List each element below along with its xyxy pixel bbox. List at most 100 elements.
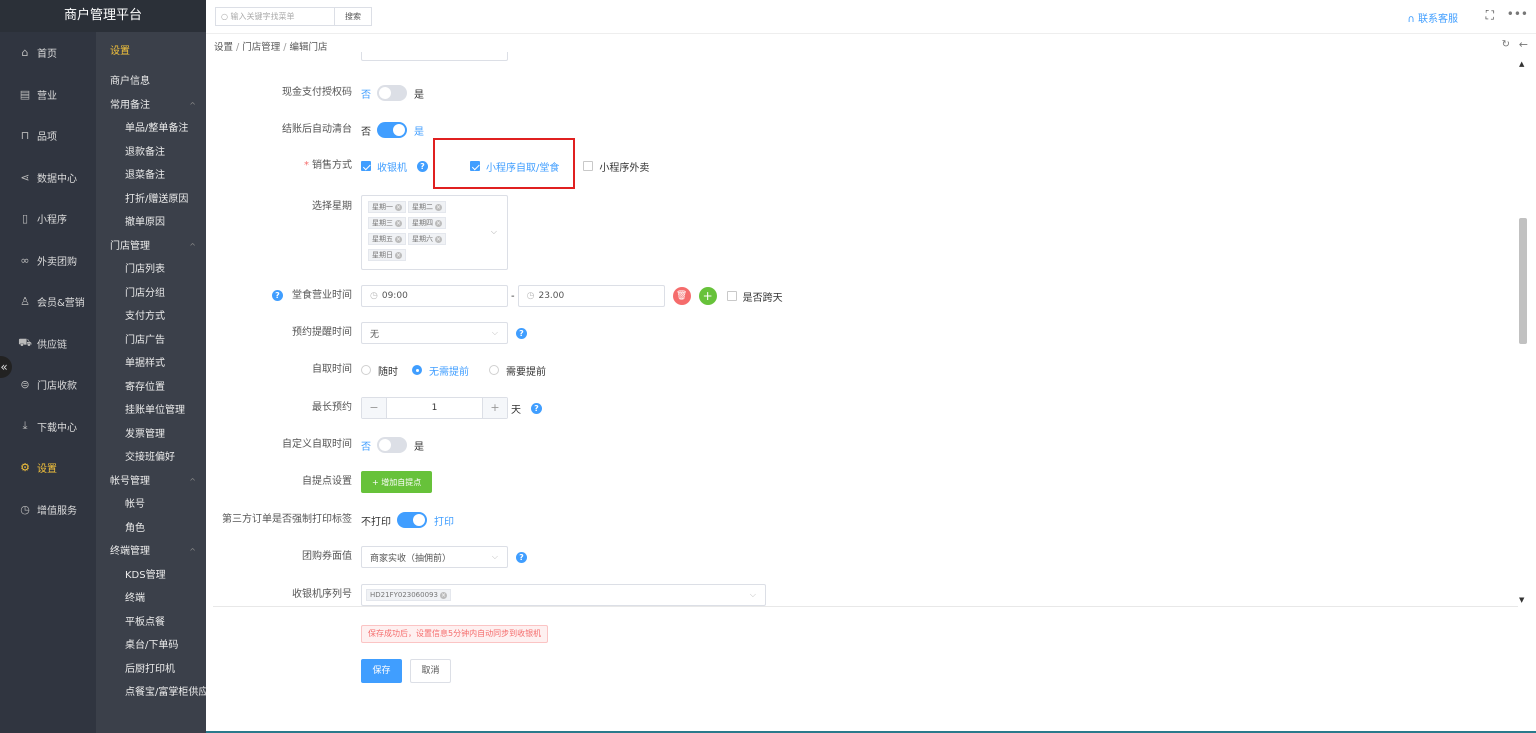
submenu-item[interactable]: 角色 [96, 517, 206, 541]
submenu-item[interactable]: 桌台/下单码 [96, 634, 206, 658]
search-input[interactable]: ○ 输入关键字找菜单 [215, 7, 341, 26]
contact-service-link[interactable]: ∩ 联系客服 [1408, 10, 1459, 25]
save-button[interactable]: 保存 [361, 659, 402, 683]
breadcrumb: 设置 / 门店管理 / 编辑门店 [214, 39, 327, 53]
submenu-item[interactable]: 单品/整单备注 [96, 117, 206, 141]
sidebar-item-label: 小程序 [37, 215, 67, 227]
submenu-item[interactable]: KDS管理 [96, 564, 206, 588]
help-icon[interactable]: ? [272, 290, 283, 301]
submenu-group[interactable]: 帐号管理 ^ [96, 470, 206, 494]
remove-tag-icon[interactable]: × [439, 591, 447, 599]
submenu-item[interactable]: 寄存位置 [96, 376, 206, 400]
sidebar-item-label: 增值服务 [37, 505, 77, 517]
submenu-item[interactable]: 门店列表 [96, 258, 206, 282]
form-scrollbar[interactable]: ▲ ▼ [1517, 56, 1528, 606]
clipped-field-input[interactable] [361, 52, 508, 61]
sidebar-item-6[interactable]: ♙ 会员&营销 [0, 281, 96, 323]
submenu-item[interactable]: 支付方式 [96, 305, 206, 329]
dine-start-time-input[interactable]: ◷ 09:00 [361, 285, 508, 307]
remove-tag-icon[interactable]: × [395, 235, 402, 243]
submenu-item[interactable]: 门店分组 [96, 282, 206, 306]
increment-button[interactable]: + [483, 398, 507, 418]
pickup-no-advance-radio[interactable] [412, 365, 422, 375]
cancel-button[interactable]: 取消 [410, 659, 451, 683]
sale-mode-miniapp-delivery-checkbox[interactable] [583, 161, 594, 171]
sidebar-item-11[interactable]: ◷ 增值服务 [0, 489, 96, 531]
delete-time-button[interactable]: 🗑 [672, 287, 691, 305]
pickup-advance-radio[interactable] [489, 365, 499, 375]
sidebar-item-3[interactable]: ⋖ 数据中心 [0, 157, 96, 199]
weekday-tag-label: 星期日 [372, 251, 393, 259]
remove-tag-icon[interactable]: × [435, 235, 442, 243]
submenu-item[interactable]: 平板点餐 [96, 611, 206, 635]
submenu-group[interactable]: 常用备注 ^ [96, 94, 206, 118]
back-icon[interactable]: ← [1519, 38, 1528, 51]
submenu-item[interactable]: 帐号 [96, 493, 206, 517]
submenu-item[interactable]: 挂账单位管理 [96, 399, 206, 423]
refresh-icon[interactable]: ↻ [1502, 39, 1510, 50]
pickup-anytime-radio[interactable] [361, 365, 371, 375]
submenu-group[interactable]: 门店管理 ^ [96, 235, 206, 259]
more-icon[interactable]: ••• [1507, 7, 1528, 21]
submenu-header[interactable]: 设置 [96, 42, 206, 62]
submenu-item[interactable]: 终端 [96, 587, 206, 611]
remove-tag-icon[interactable]: × [435, 219, 442, 227]
help-icon[interactable]: ? [417, 160, 428, 172]
submenu-item[interactable]: 退款备注 [96, 141, 206, 165]
reserve-remind-value: 无 [370, 329, 380, 340]
remove-tag-icon[interactable]: × [395, 203, 402, 211]
sidebar-item-8[interactable]: ⊜ 门店收款 [0, 364, 96, 406]
pickup-point-label: 自提点设置 [302, 476, 352, 487]
auto-clear-toggle[interactable] [377, 122, 407, 138]
sidebar-item-10[interactable]: ⚙ 设置 [0, 447, 96, 489]
submenu-item[interactable]: 打折/赠送原因 [96, 188, 206, 212]
sidebar-item-0[interactable]: ⌂ 首页 [0, 32, 96, 74]
submenu-group[interactable]: 终端管理 ^ [96, 540, 206, 564]
submenu-item[interactable]: 点餐宝/富掌柜供应 [96, 681, 206, 705]
chevron-down-icon: ⌵ [491, 328, 498, 337]
remove-tag-icon[interactable]: × [435, 203, 442, 211]
sidebar-item-7[interactable]: ⛟ 供应链 [0, 323, 96, 365]
weekday-tag-label: 星期五 [372, 235, 393, 243]
cash-auth-toggle[interactable] [377, 85, 407, 101]
custom-pickup-toggle[interactable] [377, 437, 407, 453]
third-party-print-toggle[interactable] [397, 512, 427, 528]
decrement-button[interactable]: − [362, 398, 386, 418]
secondary-sidebar: 设置 商户信息 常用备注 ^ 单品/整单备注 退款备注 退菜备注 打折/赠送原因 撤单原因 门店… [96, 0, 206, 733]
add-pickup-point-button[interactable]: + 增加自提点 [361, 471, 433, 493]
submenu-group[interactable]: 商户信息 [96, 70, 206, 94]
search-button[interactable]: 搜索 [334, 7, 372, 26]
scroll-down-icon[interactable]: ▼ [1519, 596, 1524, 604]
chevron-up-icon: ^ [189, 547, 196, 556]
help-icon[interactable]: ? [531, 402, 542, 414]
add-time-button[interactable]: + [698, 287, 717, 305]
help-icon[interactable]: ? [516, 327, 527, 339]
submenu-item[interactable]: 后厨打印机 [96, 658, 206, 682]
weekday-select[interactable]: ⌵ 星期一 × 星期二 × 星期三 × 星期四 × 星期五 × 星期六 × 星期日 × [361, 195, 508, 270]
submenu-item[interactable]: 交接班偏好 [96, 446, 206, 470]
pos-serial-select[interactable]: HD21FY023060093 × ⌵ [361, 584, 766, 606]
sidebar-item-5[interactable]: ∞ 外卖团购 [0, 240, 96, 282]
dine-end-time-input[interactable]: ◷ 23.00 [517, 285, 665, 307]
sidebar-item-4[interactable]: ▯ 小程序 [0, 198, 96, 240]
submenu-item[interactable]: 撤单原因 [96, 211, 206, 235]
submenu-item[interactable]: 单据样式 [96, 352, 206, 376]
max-reserve-value[interactable]: 1 [386, 398, 483, 418]
sidebar-item-1[interactable]: ▤ 营业 [0, 74, 96, 116]
submenu-item[interactable]: 门店广告 [96, 329, 206, 353]
group-voucher-select[interactable]: 商家实收（抽佣前） ⌵ [361, 546, 508, 568]
scrollbar-thumb[interactable] [1519, 218, 1527, 344]
scroll-up-icon[interactable]: ▲ [1519, 60, 1524, 68]
fullscreen-icon[interactable]: ⛶ [1486, 8, 1494, 23]
submenu-item[interactable]: 发票管理 [96, 423, 206, 447]
remove-tag-icon[interactable]: × [395, 251, 402, 259]
sidebar-item-9[interactable]: ⤓ 下载中心 [0, 406, 96, 448]
submenu-item[interactable]: 退菜备注 [96, 164, 206, 188]
sale-mode-pos-checkbox[interactable] [361, 161, 371, 171]
reserve-remind-select[interactable]: 无 ⌵ [361, 322, 508, 344]
remove-tag-icon[interactable]: × [395, 219, 402, 227]
sale-mode-miniapp-pickup-checkbox[interactable] [470, 161, 480, 171]
cross-day-checkbox[interactable] [726, 291, 737, 301]
sidebar-item-2[interactable]: ⊓ 品项 [0, 115, 96, 157]
help-icon[interactable]: ? [516, 551, 527, 563]
